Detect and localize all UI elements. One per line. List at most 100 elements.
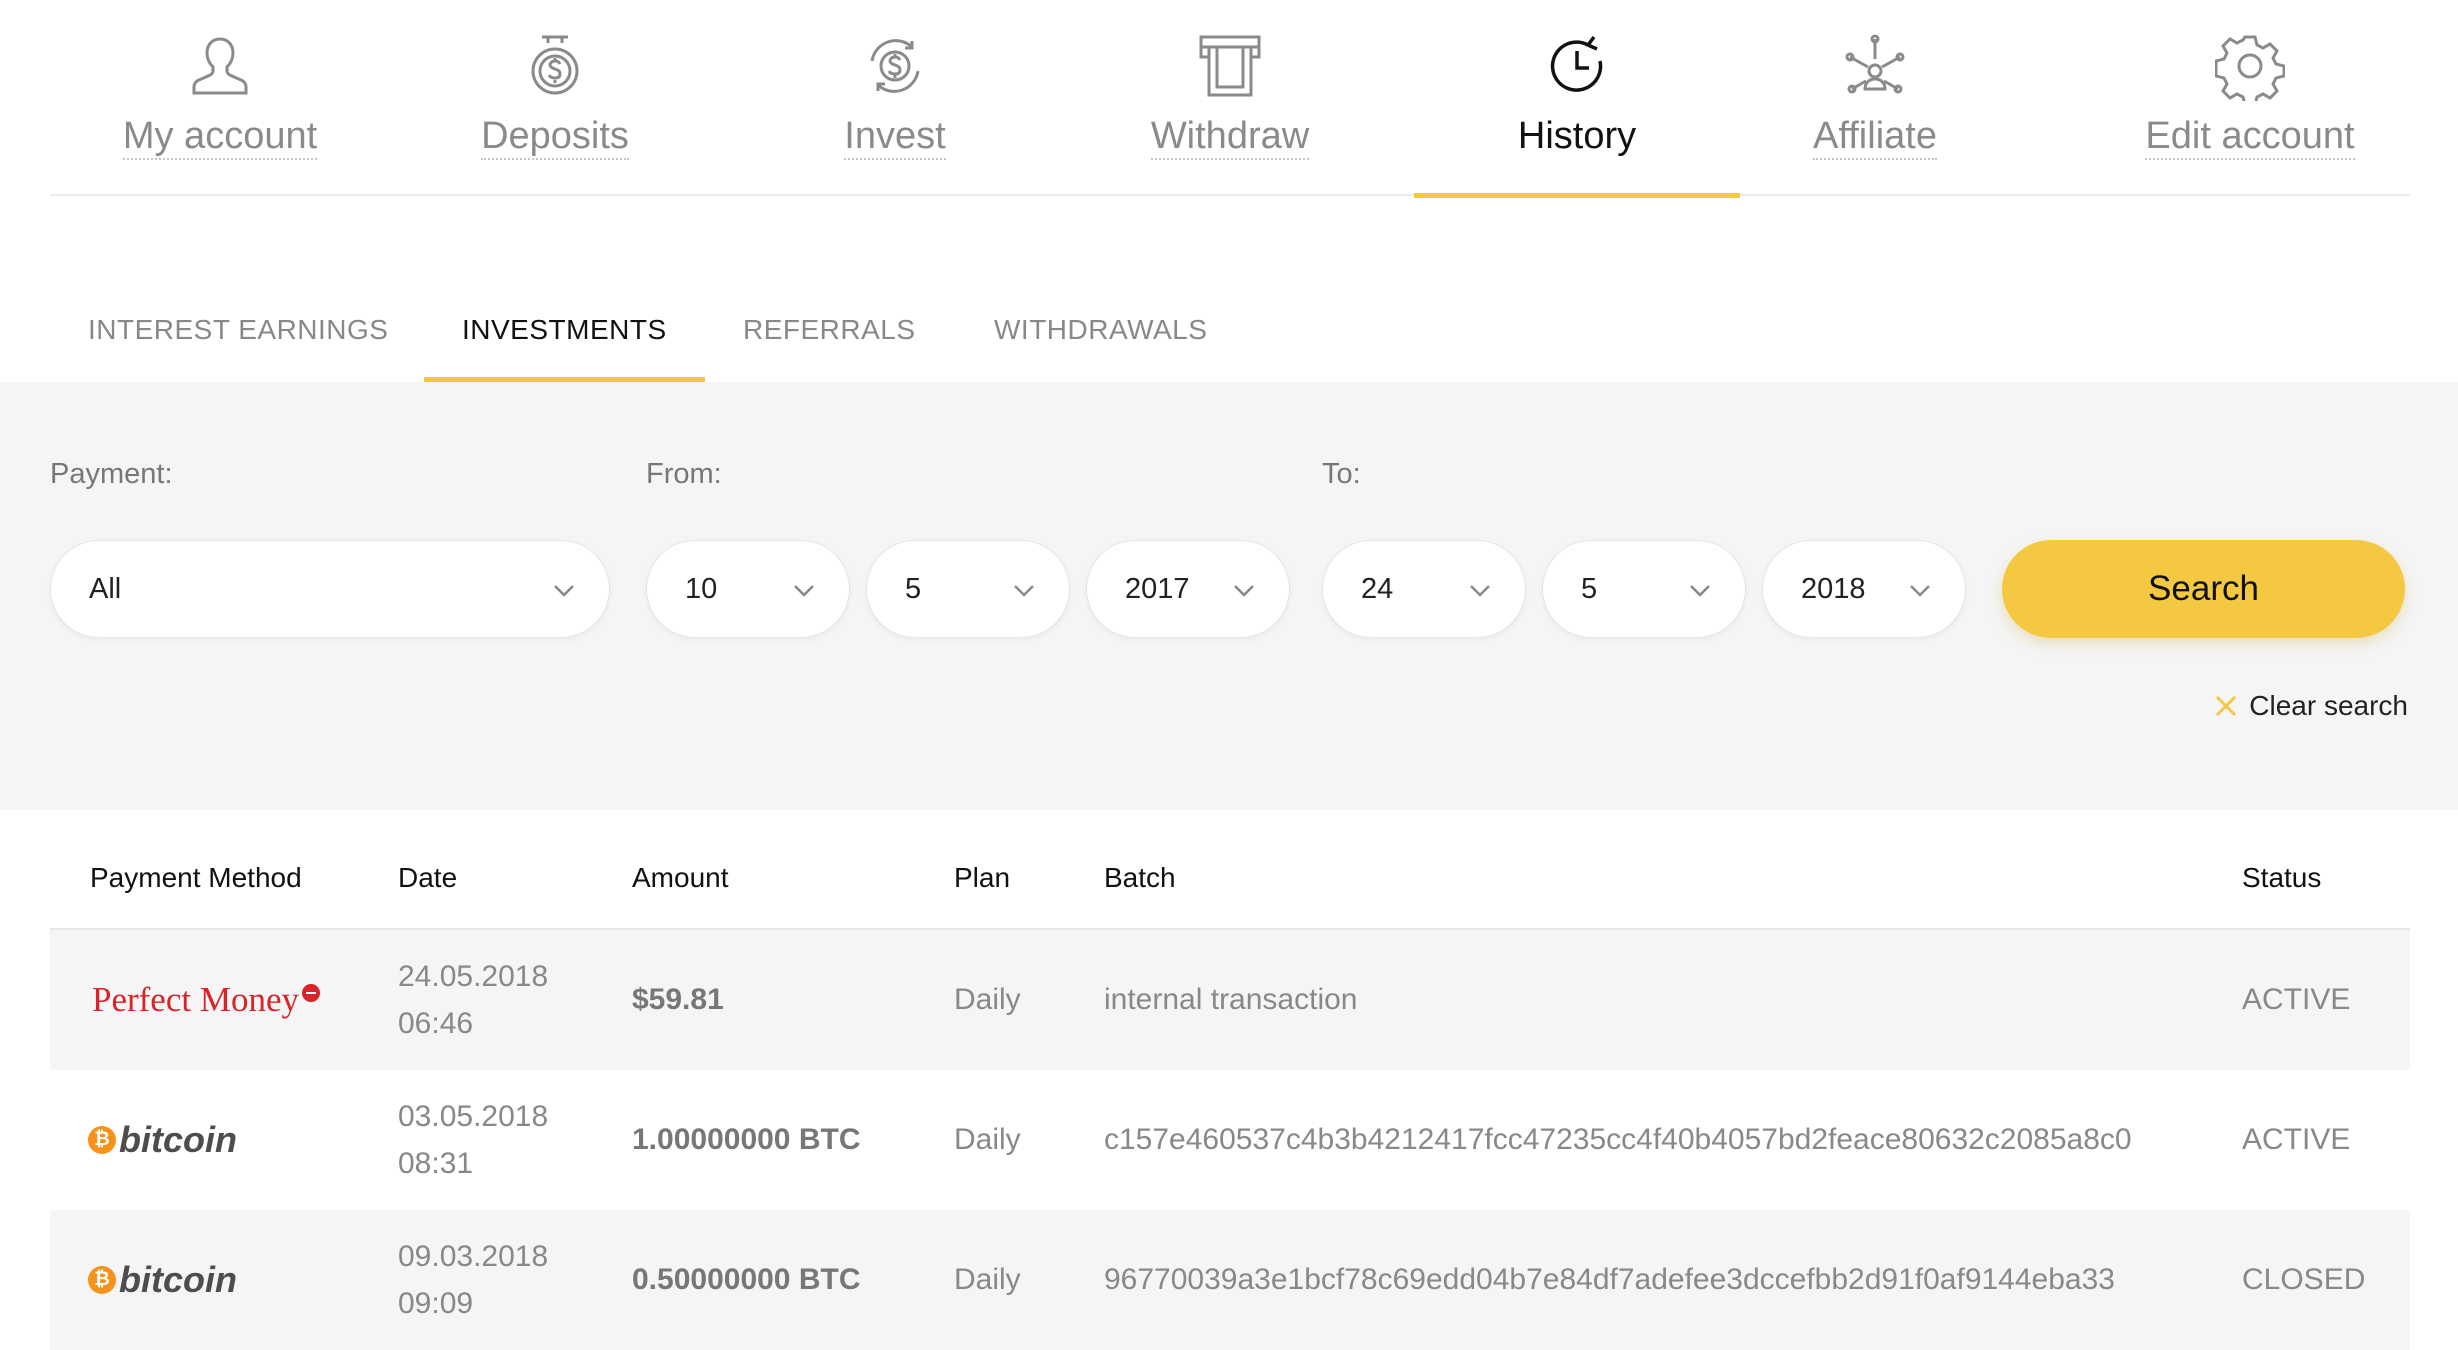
perfect-money-logo: Perfect Money [92,980,321,1020]
bitcoin-logo: ₿ bitcoin [88,1259,237,1301]
header-status: Status [2242,862,2322,893]
status-cell: ACTIVE [2242,1123,2351,1156]
amount-cell: 1.00000000 BTC [632,1123,861,1156]
batch-cell: 96770039a3e1bcf78c69edd04b7e84df7adefee3… [1104,1263,2115,1296]
to-year-select[interactable]: 2018 [1762,540,1966,638]
header-date: Date [398,862,458,893]
gear-icon [2214,30,2286,102]
bitcoin-coin-icon: ₿ [88,1266,116,1294]
close-icon [2216,695,2237,717]
payment-select[interactable]: All [50,540,610,638]
header-payment-method: Payment Method [90,862,302,893]
chevron-down-icon [554,585,574,597]
chevron-down-icon [1470,585,1490,597]
nav-label: Affiliate [1813,114,1937,160]
batch-cell: c157e460537c4b3b4212417fcc47235cc4f40b40… [1104,1123,2132,1156]
invest-refresh-dollar-icon [859,30,931,102]
from-year-value: 2017 [1125,572,1190,605]
header-amount: Amount [632,862,729,893]
perfect-money-dot-icon [302,984,321,1002]
perfect-money-logo-text: Perfect Money [92,980,300,1019]
main-navigation: My account Deposits Invest Withdraw Hist… [50,0,2410,198]
amount-cell: 0.50000000 BTC [632,1263,861,1296]
header-batch: Batch [1104,862,1176,893]
nav-item-edit-account[interactable]: Edit account [2125,0,2375,196]
date-cell: 24.05.2018 06:46 [398,930,548,1070]
affiliate-network-icon [1839,30,1911,102]
tab-investments[interactable]: INVESTMENTS [424,290,705,391]
from-day-value: 10 [685,572,718,605]
nav-item-withdraw[interactable]: Withdraw [1130,0,1330,196]
search-button[interactable]: Search [2002,540,2405,638]
to-month-value: 5 [1581,572,1598,605]
table-header: Payment Method Date Amount Plan Batch St… [50,810,2410,930]
bitcoin-coin-icon: ₿ [88,1126,116,1154]
to-month-select[interactable]: 5 [1542,540,1746,638]
nav-item-invest[interactable]: Invest [795,0,995,196]
dollar-coin-icon [519,30,591,102]
tab-withdrawals[interactable]: WITHDRAWALS [956,290,1245,382]
payment-select-value: All [89,572,122,605]
plan-cell: Daily [954,983,1021,1016]
clear-search-label: Clear search [2249,690,2408,721]
bitcoin-logo-text: bitcoin [119,1259,237,1300]
date-value: 09.03.2018 [398,1240,549,1273]
amount-cell: $59.81 [632,983,724,1016]
date-cell: 09.03.2018 09:09 [398,1210,548,1350]
to-day-value: 24 [1361,572,1394,605]
from-month-value: 5 [905,572,922,605]
date-value: 24.05.2018 [398,960,549,993]
time-value: 06:46 [398,1007,474,1040]
chevron-down-icon [1014,585,1034,597]
chevron-down-icon [1234,585,1254,597]
bitcoin-logo: ₿ bitcoin [88,1119,237,1161]
nav-label: Edit account [2145,114,2355,160]
history-subtabs: INTEREST EARNINGS INVESTMENTS REFERRALS … [50,290,1450,391]
atm-withdraw-icon [1194,30,1266,102]
time-value: 08:31 [398,1147,474,1180]
filter-panel: Payment: From: To: All 10 5 2017 24 5 20… [0,382,2458,810]
to-day-select[interactable]: 24 [1322,540,1526,638]
date-cell: 03.05.2018 08:31 [398,1070,548,1210]
plan-cell: Daily [954,1263,1021,1296]
chevron-down-icon [1690,585,1710,597]
nav-label: Withdraw [1150,114,1310,160]
from-day-select[interactable]: 10 [646,540,850,638]
nav-item-deposits[interactable]: Deposits [470,0,640,196]
investments-table: Payment Method Date Amount Plan Batch St… [50,810,2410,1350]
to-year-value: 2018 [1801,572,1866,605]
bitcoin-logo-text: bitcoin [119,1119,237,1160]
from-month-select[interactable]: 5 [866,540,1070,638]
batch-cell: internal transaction [1104,983,1358,1016]
nav-label: Invest [844,114,946,160]
clear-search-link[interactable]: Clear search [2213,690,2408,722]
date-value: 03.05.2018 [398,1100,549,1133]
table-row: Perfect Money 24.05.2018 06:46 $59.81 Da… [50,930,2410,1070]
status-cell: ACTIVE [2242,983,2351,1016]
nav-item-affiliate[interactable]: Affiliate [1795,0,1955,196]
payment-method-cell: Perfect Money [92,930,321,1070]
payment-method-cell: ₿ bitcoin [88,1210,237,1350]
tab-interest-earnings[interactable]: INTEREST EARNINGS [50,290,426,382]
table-row: ₿ bitcoin 03.05.2018 08:31 1.00000000 BTC… [50,1070,2410,1210]
user-icon [184,30,256,102]
header-plan: Plan [954,862,1011,893]
chevron-down-icon [794,585,814,597]
nav-label: My account [122,114,318,160]
nav-item-history[interactable]: History [1414,0,1740,198]
status-cell: CLOSED [2242,1263,2366,1296]
history-clock-icon [1541,30,1613,102]
from-year-select[interactable]: 2017 [1086,540,1290,638]
plan-cell: Daily [954,1123,1021,1156]
nav-label: Deposits [481,114,629,160]
from-label: From: [646,458,722,490]
to-label: To: [1322,458,1361,490]
tab-referrals[interactable]: REFERRALS [705,290,954,382]
nav-label: History [1517,115,1637,157]
nav-item-my-account[interactable]: My account [120,0,320,196]
payment-label: Payment: [50,458,173,490]
chevron-down-icon [1910,585,1930,597]
table-row: ₿ bitcoin 09.03.2018 09:09 0.50000000 BTC… [50,1210,2410,1350]
time-value: 09:09 [398,1287,474,1320]
payment-method-cell: ₿ bitcoin [88,1070,237,1210]
